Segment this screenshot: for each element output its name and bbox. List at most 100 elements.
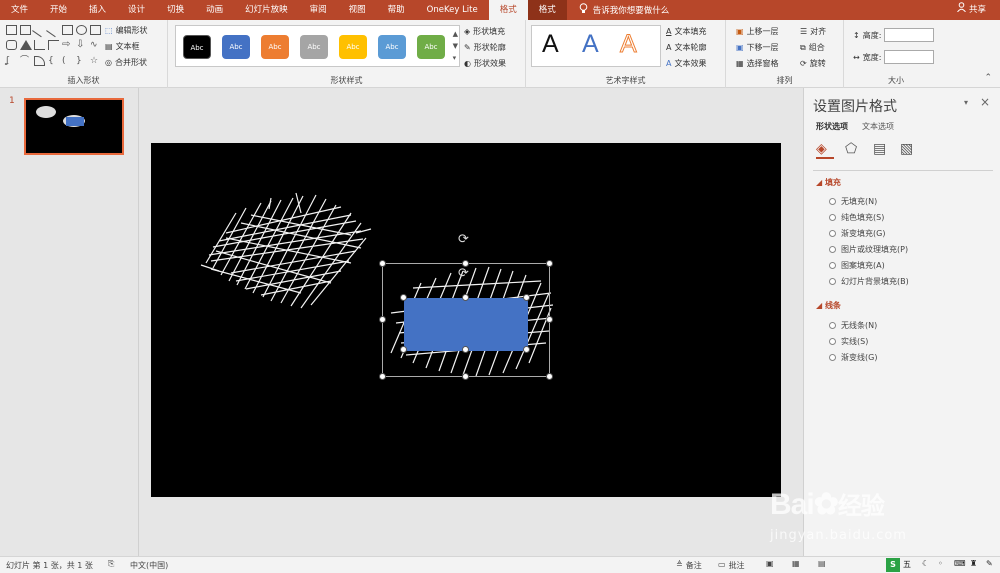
spellcheck-icon[interactable]: ⎘ — [108, 559, 114, 569]
tab-view[interactable]: 视图 — [338, 0, 377, 20]
line-section-header[interactable]: ◢ 线条 — [816, 300, 841, 311]
resize-handle-tr[interactable] — [546, 260, 553, 267]
shape-handle-br[interactable] — [523, 346, 530, 353]
text-box-button[interactable]: ▤ 文本框 — [105, 41, 140, 52]
elbow-connector-icon[interactable] — [34, 40, 45, 51]
style-swatch-blue[interactable]: Abc — [222, 35, 250, 59]
triangle-icon[interactable] — [20, 40, 32, 51]
shape-fill-button[interactable]: ◈ 形状填充 — [464, 26, 505, 37]
fill-line-icon[interactable]: ◈ — [816, 141, 834, 159]
shape-effect-button[interactable]: ◐ 形状效果 — [464, 58, 506, 69]
tab-onekey[interactable]: OneKey Lite — [416, 0, 489, 20]
tab-insert[interactable]: 插入 — [78, 0, 117, 20]
text-effect-button[interactable]: A 文本效果 — [666, 58, 706, 69]
effects-pentagon-icon[interactable]: ⬠ — [845, 141, 857, 157]
brace-right-icon[interactable]: } — [76, 56, 87, 66]
oval-icon[interactable] — [76, 25, 87, 35]
line-option-solid[interactable]: 实线(S) — [829, 336, 868, 347]
wordart-orange-outline[interactable]: A — [620, 30, 638, 59]
style-swatch-orange[interactable]: Abc — [261, 35, 289, 59]
tab-review[interactable]: 审阅 — [299, 0, 338, 20]
comments-button[interactable]: ▭ 批注 — [718, 560, 745, 571]
tell-me-box[interactable]: 告诉我你想要做什么 — [567, 3, 669, 17]
wordart-black[interactable]: A — [542, 30, 559, 59]
star-icon[interactable]: ☆ — [90, 56, 101, 66]
ime-s-icon[interactable]: S — [886, 558, 900, 572]
send-backward-button[interactable]: ▣ 下移一层 — [736, 42, 779, 53]
gallery-scroll-icon[interactable]: ▲ ▼ ▾ — [453, 28, 458, 64]
fill-option-picture[interactable]: 图片或纹理填充(P) — [829, 244, 908, 255]
arc-icon[interactable]: ⌒ — [20, 56, 31, 66]
snip-rect-icon[interactable] — [34, 55, 45, 66]
curve-connector-icon[interactable] — [48, 40, 59, 51]
tab-home[interactable]: 开始 — [39, 0, 78, 20]
down-arrow-icon[interactable]: ⇩ — [76, 40, 87, 50]
style-swatch-green[interactable]: Abc — [417, 35, 445, 59]
text-outline-button[interactable]: A 文本轮廓 — [666, 42, 706, 53]
sorter-view-icon[interactable]: ▦ — [792, 559, 800, 568]
rotate-button[interactable]: ⟳ 旋转 — [800, 58, 826, 69]
resize-handle-b[interactable] — [462, 373, 469, 380]
language-status[interactable]: 中文(中国) — [130, 560, 168, 571]
tab-text-options[interactable]: 文本选项 — [862, 121, 894, 132]
bring-forward-button[interactable]: ▣ 上移一层 — [736, 26, 779, 37]
style-swatch-gold[interactable]: Abc — [339, 35, 367, 59]
resize-handle-tl[interactable] — [379, 260, 386, 267]
right-arrow-icon[interactable]: ⇨ — [62, 40, 73, 50]
slide-thumbnail[interactable] — [24, 98, 124, 155]
tab-design[interactable]: 设计 — [117, 0, 156, 20]
fill-section-header[interactable]: ◢ 填充 — [816, 177, 841, 188]
square-icon[interactable] — [90, 25, 101, 35]
tab-help[interactable]: 帮助 — [377, 0, 416, 20]
picture-icon[interactable]: ▧ — [900, 141, 913, 157]
tab-animations[interactable]: 动画 — [195, 0, 234, 20]
collapse-ribbon-icon[interactable]: ⌃ — [984, 73, 992, 83]
edit-shape-button[interactable]: ⬚ 编辑形状 — [105, 25, 148, 36]
reading-view-icon[interactable]: ▤ — [818, 559, 826, 568]
moon-icon[interactable]: ☾ — [922, 559, 929, 568]
freeform-icon[interactable]: ʆ — [6, 56, 17, 66]
size-properties-icon[interactable]: ▤ — [873, 141, 886, 157]
share-button[interactable]: 共享 — [957, 0, 986, 20]
normal-view-icon[interactable]: ▣ — [766, 559, 774, 568]
fill-option-none[interactable]: 无填充(N) — [829, 196, 877, 207]
shape-handle-tr[interactable] — [523, 294, 530, 301]
arrow-line-icon[interactable] — [46, 22, 61, 38]
keyboard-icon[interactable]: ⌨ — [954, 559, 966, 568]
notes-button[interactable]: ≜ 备注 — [676, 560, 702, 571]
fill-option-gradient[interactable]: 渐变填充(G) — [829, 228, 885, 239]
tab-transitions[interactable]: 切换 — [156, 0, 195, 20]
shape-outline-button[interactable]: ✎ 形状轮廓 — [464, 42, 506, 53]
wordart-blue[interactable]: A — [582, 30, 599, 59]
style-swatch-black[interactable]: Abc — [183, 35, 211, 59]
shape-handle-tl[interactable] — [400, 294, 407, 301]
rotate-handle-icon[interactable]: ⟳ — [458, 232, 469, 247]
selection-pane-button[interactable]: ▦ 选择窗格 — [736, 58, 779, 69]
fill-option-slide-bg[interactable]: 幻灯片背景填充(B) — [829, 276, 909, 287]
align-button[interactable]: ☰ 对齐 — [800, 26, 826, 37]
pane-options-icon[interactable]: ▾ — [964, 98, 968, 107]
resize-handle-bl[interactable] — [379, 373, 386, 380]
rounded-rect-icon[interactable] — [6, 40, 17, 51]
line-option-gradient[interactable]: 渐变线(G) — [829, 352, 877, 363]
shirt-icon[interactable]: ♜ — [970, 559, 977, 568]
fill-option-solid[interactable]: 纯色填充(S) — [829, 212, 884, 223]
line-shape-icon[interactable] — [32, 22, 47, 38]
punctuation-icon[interactable]: ◦ — [938, 559, 943, 568]
shape-handle-bl[interactable] — [400, 346, 407, 353]
rectangle-icon[interactable] — [62, 25, 73, 35]
fill-option-pattern[interactable]: 图案填充(A) — [829, 260, 885, 271]
shape-handle-t[interactable] — [462, 294, 469, 301]
style-swatch-lightblue[interactable]: Abc — [378, 35, 406, 59]
close-pane-icon[interactable]: × — [980, 95, 990, 109]
height-input[interactable] — [884, 28, 935, 42]
paren-icon[interactable]: ( — [62, 56, 73, 66]
shape-rotate-handle-icon[interactable]: ⟳ — [458, 266, 469, 281]
merge-shape-button[interactable]: ◎ 合并形状 — [105, 57, 147, 68]
style-swatch-gray[interactable]: Abc — [300, 35, 328, 59]
brace-left-icon[interactable]: { — [48, 56, 59, 66]
tab-file[interactable]: 文件 — [0, 0, 39, 20]
resize-handle-r[interactable] — [546, 316, 553, 323]
text-fill-button[interactable]: A 文本填充 — [666, 26, 706, 37]
resize-handle-br[interactable] — [546, 373, 553, 380]
